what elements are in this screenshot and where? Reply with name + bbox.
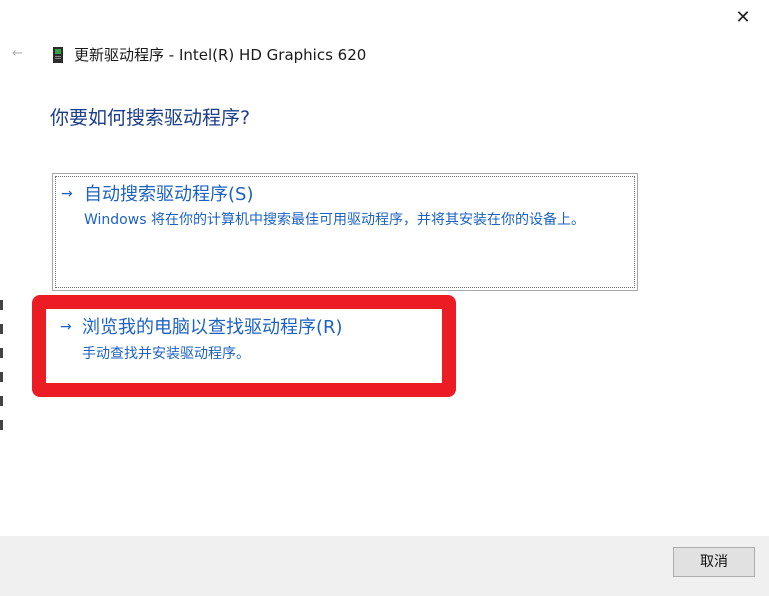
option-description: Windows 将在你的计算机中搜索最佳可用驱动程序，并将其安装在你的设备上。 xyxy=(84,212,585,228)
graphics-card-icon xyxy=(53,47,63,63)
back-arrow-icon[interactable]: ← xyxy=(12,44,28,64)
window-title: 更新驱动程序 - Intel(R) HD Graphics 620 xyxy=(74,46,367,64)
option-title: 浏览我的电脑以查找驱动程序(R) xyxy=(82,317,343,338)
option-description: 手动查找并安装驱动程序。 xyxy=(82,346,250,362)
auto-search-option[interactable]: → 自动搜索驱动程序(S) Windows 将在你的计算机中搜索最佳可用驱动程序… xyxy=(52,173,638,291)
page-title: 你要如何搜索驱动程序? xyxy=(50,107,251,129)
dialog-footer: 取消 xyxy=(0,536,769,596)
arrow-right-icon: → xyxy=(60,319,72,335)
close-icon[interactable]: ✕ xyxy=(727,6,759,30)
cancel-button[interactable]: 取消 xyxy=(673,547,755,577)
arrow-right-icon: → xyxy=(61,186,73,202)
background-window-edge xyxy=(0,300,4,480)
browse-computer-option[interactable]: → 浏览我的电脑以查找驱动程序(R) 手动查找并安装驱动程序。 xyxy=(48,310,440,380)
option-title: 自动搜索驱动程序(S) xyxy=(84,184,254,205)
update-driver-dialog: ✕ ← 更新驱动程序 - Intel(R) HD Graphics 620 你要… xyxy=(0,0,769,596)
